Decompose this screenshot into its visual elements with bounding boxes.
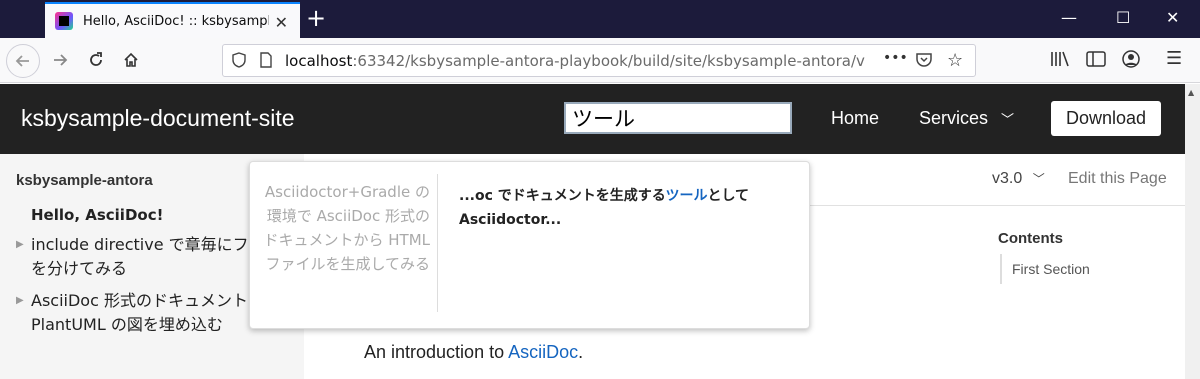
search-highlight: ツール: [665, 188, 708, 204]
browser-titlebar: Hello, AsciiDoc! :: ksbysample-antora ✕ …: [0, 0, 1200, 38]
search-result-context[interactable]: Asciidoctor+Gradle の環境で AsciiDoc 形式のドキュメ…: [262, 180, 430, 276]
minimize-icon[interactable]: —: [1061, 8, 1077, 28]
version-selector[interactable]: v3.0 ﹀: [992, 170, 1045, 188]
browser-tab[interactable]: Hello, AsciiDoc! :: ksbysample-antora ✕: [45, 2, 300, 38]
account-icon[interactable]: [1122, 50, 1140, 72]
site-header: ksbysample-document-site Home Services ﹀…: [0, 84, 1185, 154]
asciidoc-link[interactable]: AsciiDoc: [508, 342, 578, 362]
maximize-icon[interactable]: ☐: [1116, 8, 1130, 28]
library-icon[interactable]: [1050, 50, 1070, 72]
reload-icon[interactable]: [82, 46, 110, 74]
close-tab-icon[interactable]: ✕: [275, 13, 288, 32]
scrollbar[interactable]: ▲: [1185, 84, 1200, 379]
scroll-up-icon[interactable]: ▲: [1188, 88, 1194, 97]
chevron-down-icon: ﹀: [1032, 172, 1045, 186]
nav-services-menu[interactable]: Services ﹀: [919, 108, 1014, 129]
download-button[interactable]: Download: [1051, 101, 1161, 136]
intro-paragraph: An introduction to AsciiDoc.: [364, 342, 584, 362]
nav-services-label: Services: [919, 108, 989, 128]
chevron-down-icon: ﹀: [1001, 112, 1015, 127]
version-label: v3.0: [992, 170, 1023, 187]
home-icon[interactable]: [117, 46, 145, 74]
more-actions-icon[interactable]: •••: [883, 50, 908, 66]
new-tab-icon[interactable]: +: [306, 6, 326, 30]
tab-title: Hello, AsciiDoc! :: ksbysample-antora: [83, 13, 269, 29]
toc-item-first-section[interactable]: First Section: [1000, 254, 1090, 284]
popup-divider: [437, 174, 438, 312]
bookmark-star-icon[interactable]: ☆: [947, 50, 963, 71]
edit-page-link[interactable]: Edit this Page: [1068, 170, 1167, 188]
browser-navbar: localhost:63342/ksbysample-antora-playbo…: [0, 38, 1200, 83]
forward-icon[interactable]: [46, 46, 74, 74]
expand-triangle-icon[interactable]: ▶: [16, 239, 24, 250]
search-input[interactable]: [564, 102, 792, 134]
url-text: localhost:63342/ksbysample-antora-playbo…: [285, 51, 865, 70]
intellij-icon: [55, 12, 73, 30]
search-results-popup: Asciidoctor+Gradle の環境で AsciiDoc 形式のドキュメ…: [249, 161, 810, 329]
toc-title: Contents: [998, 230, 1063, 247]
pocket-icon[interactable]: [915, 52, 933, 72]
back-icon[interactable]: [6, 44, 40, 78]
menu-icon[interactable]: ☰: [1166, 48, 1182, 69]
search-result-item[interactable]: ...oc でドキュメントを生成するツールとして Asciidoctor...: [459, 184, 799, 232]
close-window-icon[interactable]: ✕: [1166, 8, 1179, 28]
nav-home-link[interactable]: Home: [831, 108, 879, 129]
url-bar[interactable]: localhost:63342/ksbysample-antora-playbo…: [222, 44, 976, 77]
expand-triangle-icon[interactable]: ▶: [16, 295, 24, 306]
shield-icon[interactable]: [231, 52, 247, 72]
component-title[interactable]: ksbysample-antora: [16, 172, 153, 189]
sidebar-toggle-icon[interactable]: [1086, 50, 1106, 72]
site-title[interactable]: ksbysample-document-site: [21, 105, 295, 132]
page-info-icon[interactable]: [259, 52, 273, 72]
